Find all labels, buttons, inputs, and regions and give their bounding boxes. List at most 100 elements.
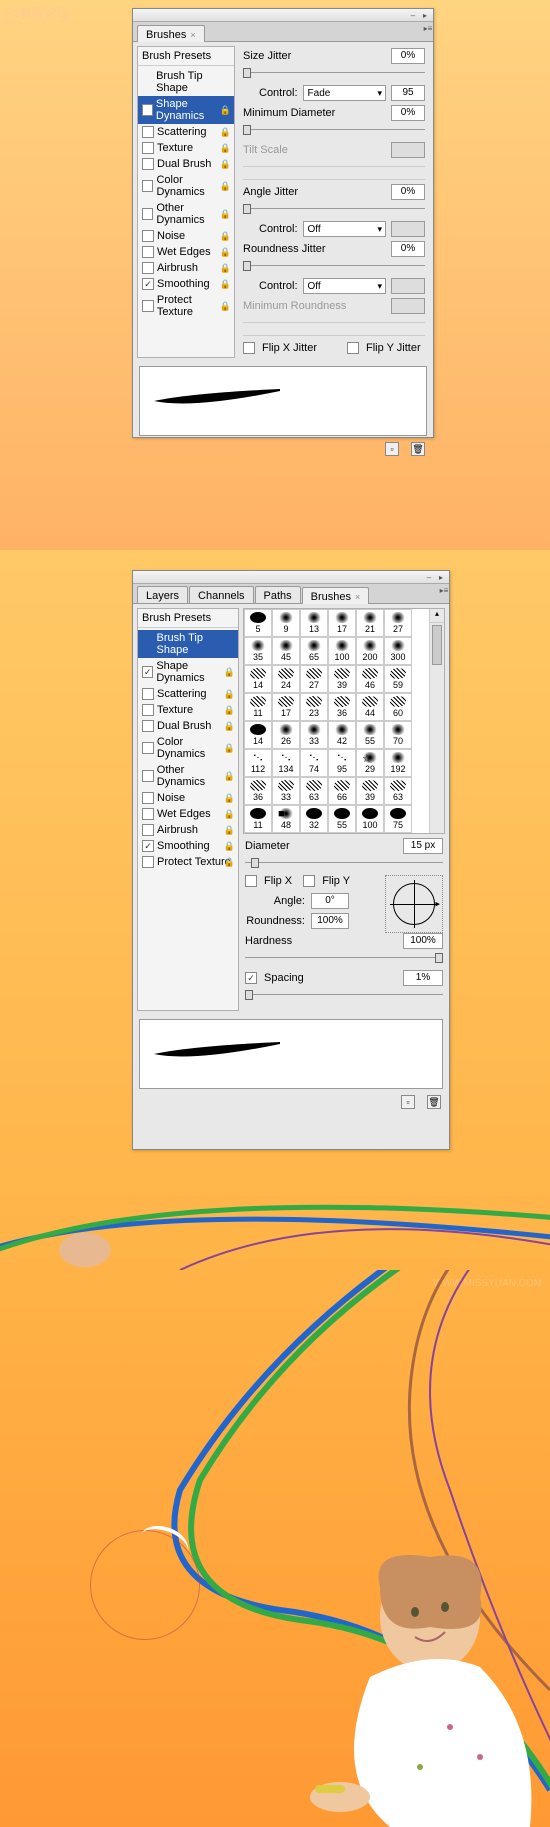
brush-tip-cell[interactable]: 66 bbox=[328, 777, 356, 805]
brush-tip-cell[interactable]: 27 bbox=[300, 665, 328, 693]
brush-tip-cell[interactable]: 134 bbox=[272, 749, 300, 777]
brush-tip-cell[interactable]: 11 bbox=[244, 693, 272, 721]
option-checkbox[interactable] bbox=[142, 208, 153, 220]
brush-tip-cell[interactable]: 70 bbox=[384, 721, 412, 749]
brush-option-scattering[interactable]: Scattering🔒 bbox=[138, 124, 234, 140]
brush-tip-cell[interactable]: 5 bbox=[244, 609, 272, 637]
brush-tip-cell[interactable]: 192 bbox=[384, 749, 412, 777]
brush-tip-cell[interactable]: 59 bbox=[384, 665, 412, 693]
spacing-value[interactable]: 1% bbox=[403, 970, 443, 986]
collapse-icon[interactable]: ▸ bbox=[436, 573, 446, 582]
brush-tip-cell[interactable]: 75 bbox=[384, 805, 412, 833]
brush-tip-cell[interactable]: 46 bbox=[356, 665, 384, 693]
brush-tip-cell[interactable]: 13 bbox=[300, 609, 328, 637]
option-checkbox[interactable] bbox=[142, 824, 154, 836]
panel-menu-icon[interactable]: ▸≡ bbox=[423, 24, 433, 33]
brush-tip-cell[interactable]: 14 bbox=[244, 721, 272, 749]
brush-option-noise[interactable]: Noise🔒 bbox=[138, 790, 238, 806]
brush-tip-cell[interactable]: 27 bbox=[384, 609, 412, 637]
flip-x-jitter-checkbox[interactable] bbox=[243, 342, 255, 354]
option-checkbox[interactable] bbox=[142, 158, 154, 170]
size-jitter-slider[interactable] bbox=[243, 67, 425, 79]
brush-option-other-dynamics[interactable]: Other Dynamics🔒 bbox=[138, 200, 234, 228]
brush-tip-cell[interactable]: 55 bbox=[356, 721, 384, 749]
brush-option-color-dynamics[interactable]: Color Dynamics🔒 bbox=[138, 734, 238, 762]
collapse-icon[interactable]: ▸ bbox=[420, 11, 430, 20]
brush-tip-cell[interactable]: 14 bbox=[244, 665, 272, 693]
option-checkbox[interactable] bbox=[142, 792, 154, 804]
brush-tip-cell[interactable]: 44 bbox=[356, 693, 384, 721]
brush-tip-cell[interactable]: 39 bbox=[356, 777, 384, 805]
brush-tip-cell[interactable]: 100 bbox=[328, 637, 356, 665]
brush-tip-cell[interactable]: ☆29 bbox=[356, 749, 384, 777]
brush-tip-cell[interactable]: 32 bbox=[300, 805, 328, 833]
brush-tip-cell[interactable]: 63 bbox=[300, 777, 328, 805]
brush-tip-cell[interactable]: 45 bbox=[272, 637, 300, 665]
close-tab-icon[interactable]: × bbox=[190, 30, 195, 40]
brush-option-scattering[interactable]: Scattering🔒 bbox=[138, 686, 238, 702]
option-checkbox[interactable] bbox=[142, 142, 154, 154]
scroll-thumb[interactable] bbox=[432, 625, 442, 665]
option-checkbox[interactable] bbox=[142, 742, 154, 754]
spacing-checkbox[interactable] bbox=[245, 972, 257, 984]
option-checkbox[interactable] bbox=[142, 704, 154, 716]
brush-tip-cell[interactable]: 36 bbox=[328, 693, 356, 721]
brush-option-texture[interactable]: Texture🔒 bbox=[138, 140, 234, 156]
roundness-control-dropdown[interactable]: Off bbox=[303, 278, 386, 294]
option-checkbox[interactable] bbox=[142, 180, 153, 192]
brush-tip-cell[interactable]: 35 bbox=[244, 637, 272, 665]
brush-option-noise[interactable]: Noise🔒 bbox=[138, 228, 234, 244]
brush-option-protect-texture[interactable]: Protect Texture🔒 bbox=[138, 854, 238, 870]
brush-tip-cell[interactable]: 112 bbox=[244, 749, 272, 777]
brush-option-airbrush[interactable]: Airbrush🔒 bbox=[138, 822, 238, 838]
option-checkbox[interactable] bbox=[142, 230, 154, 242]
delete-brush-icon[interactable]: 🗑 bbox=[411, 442, 425, 456]
option-checkbox[interactable] bbox=[142, 126, 154, 138]
brush-option-texture[interactable]: Texture🔒 bbox=[138, 702, 238, 718]
angle-value[interactable]: 0° bbox=[311, 893, 349, 909]
brush-tip-cell[interactable]: 39 bbox=[328, 665, 356, 693]
grid-scrollbar[interactable]: ▴ bbox=[429, 609, 444, 833]
brush-tip-cell[interactable]: 26 bbox=[272, 721, 300, 749]
option-checkbox[interactable] bbox=[142, 666, 153, 678]
brush-tip-cell[interactable]: 24 bbox=[272, 665, 300, 693]
brush-tip-cell[interactable]: 74 bbox=[300, 749, 328, 777]
close-tab-icon[interactable]: × bbox=[355, 592, 360, 602]
minimize-icon[interactable]: – bbox=[408, 11, 418, 20]
brush-tip-cell[interactable]: 55 bbox=[328, 805, 356, 833]
angle-control-dropdown[interactable]: Off bbox=[303, 221, 386, 237]
brush-tip-cell[interactable]: 200 bbox=[356, 637, 384, 665]
brush-tip-cell[interactable]: 11 bbox=[244, 805, 272, 833]
brush-option-brush-tip-shape[interactable]: Brush Tip Shape bbox=[138, 68, 234, 96]
roundness-jitter-slider[interactable] bbox=[243, 260, 425, 272]
brush-option-other-dynamics[interactable]: Other Dynamics🔒 bbox=[138, 762, 238, 790]
brush-option-dual-brush[interactable]: Dual Brush🔒 bbox=[138, 156, 234, 172]
flip-y-checkbox[interactable] bbox=[303, 875, 315, 887]
roundness-jitter-value[interactable]: 0% bbox=[391, 241, 425, 257]
brush-option-shape-dynamics[interactable]: Shape Dynamics🔒 bbox=[138, 658, 238, 686]
tab-brushes[interactable]: Brushes× bbox=[302, 587, 370, 604]
roundness-value[interactable]: 100% bbox=[311, 913, 349, 929]
option-checkbox[interactable] bbox=[142, 300, 154, 312]
brush-option-dual-brush[interactable]: Dual Brush🔒 bbox=[138, 718, 238, 734]
brush-tip-cell[interactable]: 33 bbox=[272, 777, 300, 805]
brush-presets-header[interactable]: Brush Presets bbox=[138, 47, 234, 66]
brush-tip-cell[interactable]: 23 bbox=[300, 693, 328, 721]
option-checkbox[interactable] bbox=[142, 688, 154, 700]
new-brush-icon[interactable]: ▫ bbox=[401, 1095, 415, 1109]
brush-tip-cell[interactable]: 17 bbox=[328, 609, 356, 637]
brush-tip-cell[interactable]: 65 bbox=[300, 637, 328, 665]
option-checkbox[interactable] bbox=[142, 246, 154, 258]
option-checkbox[interactable] bbox=[142, 808, 154, 820]
flip-y-jitter-checkbox[interactable] bbox=[347, 342, 359, 354]
option-checkbox[interactable] bbox=[142, 104, 153, 116]
option-checkbox[interactable] bbox=[142, 840, 154, 852]
angle-jitter-value[interactable]: 0% bbox=[391, 184, 425, 200]
min-diameter-slider[interactable] bbox=[243, 124, 425, 136]
panel-menu-icon[interactable]: ▸≡ bbox=[439, 586, 449, 595]
brush-option-smoothing[interactable]: Smoothing🔒 bbox=[138, 838, 238, 854]
size-control-dropdown[interactable]: Fade bbox=[303, 85, 386, 101]
brush-option-color-dynamics[interactable]: Color Dynamics🔒 bbox=[138, 172, 234, 200]
tab-brushes[interactable]: Brushes× bbox=[137, 25, 205, 42]
brush-tip-cell[interactable]: ■48 bbox=[272, 805, 300, 833]
